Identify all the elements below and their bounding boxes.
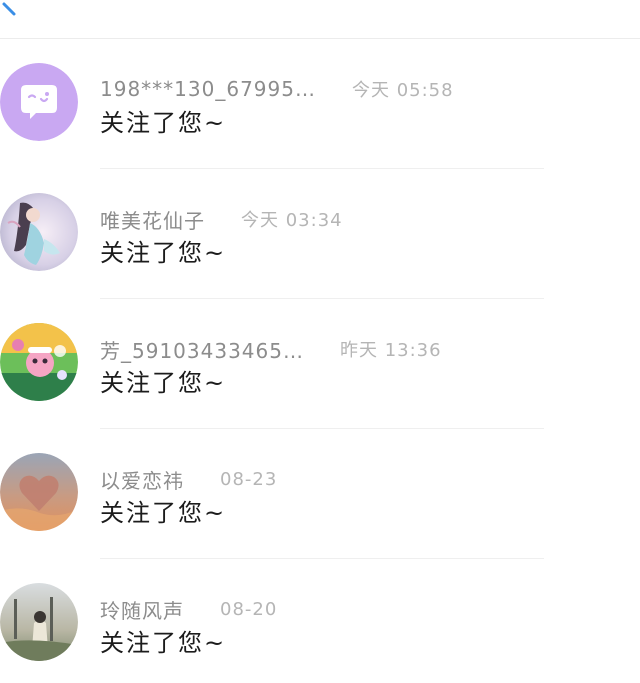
timestamp: 今天 05:58: [351, 80, 454, 101]
message-text: 关注了您~: [100, 499, 227, 527]
user-name[interactable]: 玲随风声: [100, 595, 184, 624]
list-item[interactable]: 唯美花仙子 今天 03:34 关注了您~: [0, 169, 640, 299]
message-text: 关注了您~: [100, 369, 227, 397]
message-text: 关注了您~: [100, 109, 227, 137]
user-name[interactable]: 198***130_67995…: [100, 77, 316, 101]
item-meta: 198***130_67995… 今天 05:58: [100, 75, 454, 103]
message-text: 关注了您~: [100, 239, 227, 267]
list-item[interactable]: 玲随风声 08-20 关注了您~: [0, 559, 640, 683]
user-name[interactable]: 唯美花仙子: [100, 205, 205, 234]
timestamp: 今天 03:34: [241, 210, 343, 231]
user-avatar-fairy[interactable]: [0, 193, 78, 271]
user-avatar-cartoon[interactable]: [0, 323, 78, 401]
notification-list: 198***130_67995… 今天 05:58 关注了您~ 唯美花仙子 今天…: [0, 39, 640, 683]
item-meta: 玲随风声 08-20: [100, 595, 277, 623]
item-meta: 以爱恋祎 08-23: [100, 465, 277, 493]
user-avatar-heart-sky[interactable]: [0, 453, 78, 531]
timestamp: 昨天 13:36: [339, 340, 442, 361]
list-item[interactable]: 芳_59103433465… 昨天 13:36 关注了您~: [0, 299, 640, 429]
message-text: 关注了您~: [100, 629, 227, 657]
timestamp: 08-23: [220, 468, 278, 490]
item-meta: 唯美花仙子 今天 03:34: [100, 205, 343, 233]
top-bar: [0, 0, 640, 39]
timestamp: 08-20: [220, 598, 278, 620]
item-meta: 芳_59103433465… 昨天 13:36: [100, 335, 442, 363]
notifications-page: 198***130_67995… 今天 05:58 关注了您~ 唯美花仙子 今天…: [0, 0, 640, 683]
list-item[interactable]: 198***130_67995… 今天 05:58 关注了您~: [0, 39, 640, 169]
chat-bubble-icon[interactable]: [0, 63, 78, 141]
list-item[interactable]: 以爱恋祎 08-23 关注了您~: [0, 429, 640, 559]
user-avatar-photo[interactable]: [0, 583, 78, 661]
user-name[interactable]: 芳_59103433465…: [100, 335, 304, 364]
back-arrow-icon[interactable]: [0, 0, 24, 18]
user-name[interactable]: 以爱恋祎: [100, 465, 184, 494]
